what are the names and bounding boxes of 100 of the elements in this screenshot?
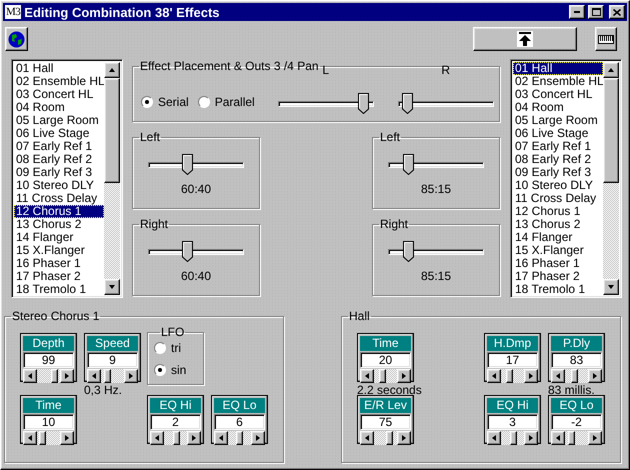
value-field[interactable]: 9 bbox=[87, 352, 138, 368]
scroll-thumb[interactable] bbox=[510, 431, 518, 445]
list-item[interactable]: 02 Ensemble HL bbox=[513, 75, 603, 88]
slider-track[interactable] bbox=[388, 241, 484, 263]
value-field[interactable]: 6 bbox=[214, 414, 265, 430]
list-item[interactable]: 16 Phaser 1 bbox=[513, 257, 603, 270]
scroll-right-button[interactable] bbox=[588, 369, 602, 383]
list-item[interactable]: 09 Early Ref 3 bbox=[14, 166, 104, 179]
radio-option[interactable]: Parallel bbox=[198, 95, 255, 109]
scroll-down-button[interactable] bbox=[104, 279, 120, 295]
scroll-left-button[interactable] bbox=[487, 369, 501, 383]
scroll-thumb[interactable] bbox=[386, 431, 393, 445]
scrollbar[interactable] bbox=[104, 62, 120, 295]
upload-button[interactable] bbox=[473, 27, 577, 51]
list-item[interactable]: 08 Early Ref 2 bbox=[513, 153, 603, 166]
scroll-up-button[interactable] bbox=[104, 62, 120, 78]
scroll-thumb[interactable] bbox=[570, 369, 578, 383]
scroll-thumb[interactable] bbox=[236, 431, 243, 445]
slider-thumb[interactable] bbox=[182, 154, 193, 175]
list-item[interactable]: 13 Chorus 2 bbox=[14, 218, 104, 231]
radio-button[interactable] bbox=[198, 96, 210, 108]
scroll-left-button[interactable] bbox=[551, 431, 565, 445]
radio-button[interactable] bbox=[154, 342, 166, 354]
list-item[interactable]: 08 Early Ref 2 bbox=[14, 153, 104, 166]
list-item[interactable]: 04 Room bbox=[513, 101, 603, 114]
scroll-thumb[interactable] bbox=[104, 78, 120, 183]
radio-option[interactable]: sin bbox=[154, 363, 203, 377]
pan-slider[interactable] bbox=[398, 93, 494, 115]
list-item[interactable]: 03 Concert HL bbox=[513, 88, 603, 101]
scroll-left-button[interactable] bbox=[23, 369, 37, 383]
list-item[interactable]: 15 X.Flanger bbox=[14, 244, 104, 257]
list-item[interactable]: 18 Tremolo 1 bbox=[513, 283, 603, 295]
scroll-left-button[interactable] bbox=[487, 431, 501, 445]
list-item[interactable]: 16 Phaser 1 bbox=[14, 257, 104, 270]
slider-thumb[interactable] bbox=[402, 93, 413, 114]
list-item[interactable]: 06 Live Stage bbox=[513, 127, 603, 140]
scroll-right-button[interactable] bbox=[397, 431, 411, 445]
list-item[interactable]: 11 Cross Delay bbox=[513, 192, 603, 205]
scroll-left-button[interactable] bbox=[87, 369, 101, 383]
scrollbar[interactable] bbox=[603, 62, 619, 295]
list-item[interactable]: 02 Ensemble HL bbox=[14, 75, 104, 88]
scroll-right-button[interactable] bbox=[397, 369, 411, 383]
value-field[interactable]: 2 bbox=[150, 414, 201, 430]
scroll-right-button[interactable] bbox=[187, 431, 201, 445]
slider-thumb[interactable] bbox=[403, 154, 414, 175]
scroll-right-button[interactable] bbox=[524, 431, 538, 445]
scroll-left-button[interactable] bbox=[214, 431, 228, 445]
value-field[interactable]: 83 bbox=[551, 352, 602, 368]
list-item[interactable]: 11 Cross Delay bbox=[14, 192, 104, 205]
slider-track[interactable] bbox=[148, 154, 244, 176]
radio-button[interactable] bbox=[154, 364, 166, 376]
pan-slider[interactable] bbox=[278, 93, 374, 115]
list-item[interactable]: 12 Chorus 1 bbox=[14, 205, 104, 218]
list-item[interactable]: 05 Large Room bbox=[14, 114, 104, 127]
radio-option[interactable]: tri bbox=[154, 341, 203, 355]
list-item[interactable]: 17 Phaser 2 bbox=[513, 270, 603, 283]
slider-thumb[interactable] bbox=[182, 241, 193, 262]
list-item[interactable]: 06 Live Stage bbox=[14, 127, 104, 140]
close-button[interactable] bbox=[609, 5, 625, 19]
scroll-thumb[interactable] bbox=[38, 431, 46, 445]
radio-option[interactable]: Serial bbox=[141, 95, 189, 109]
list-item[interactable]: 15 X.Flanger bbox=[513, 244, 603, 257]
list-item[interactable]: 07 Early Ref 1 bbox=[513, 140, 603, 153]
list-item[interactable]: 05 Large Room bbox=[513, 114, 603, 127]
list-item[interactable]: 18 Tremolo 1 bbox=[14, 283, 104, 295]
scroll-left-button[interactable] bbox=[551, 369, 565, 383]
scroll-thumb[interactable] bbox=[568, 431, 576, 445]
list-item[interactable]: 13 Chorus 2 bbox=[513, 218, 603, 231]
scroll-up-button[interactable] bbox=[603, 62, 619, 78]
slider-thumb[interactable] bbox=[358, 93, 370, 114]
list-item[interactable]: 10 Stereo DLY bbox=[14, 179, 104, 192]
scroll-right-button[interactable] bbox=[60, 431, 74, 445]
scroll-thumb[interactable] bbox=[506, 369, 513, 383]
radio-button[interactable] bbox=[141, 96, 153, 108]
list-item[interactable]: 12 Chorus 1 bbox=[513, 205, 603, 218]
list-item[interactable]: 09 Early Ref 3 bbox=[513, 166, 603, 179]
scroll-right-button[interactable] bbox=[251, 431, 265, 445]
scroll-right-button[interactable] bbox=[524, 369, 538, 383]
value-field[interactable]: 10 bbox=[23, 414, 74, 430]
minimize-button[interactable] bbox=[569, 5, 585, 19]
scroll-thumb[interactable] bbox=[378, 369, 386, 383]
list-item[interactable]: 01 Hall bbox=[14, 62, 104, 75]
scroll-right-button[interactable] bbox=[588, 431, 602, 445]
list-item[interactable]: 14 Flanger bbox=[14, 231, 104, 244]
list-item[interactable]: 04 Room bbox=[14, 101, 104, 114]
scroll-thumb[interactable] bbox=[603, 78, 619, 183]
list-item[interactable]: 07 Early Ref 1 bbox=[14, 140, 104, 153]
value-field[interactable]: 17 bbox=[487, 352, 538, 368]
slider-thumb[interactable] bbox=[403, 241, 414, 262]
scroll-thumb[interactable] bbox=[173, 431, 180, 445]
list-item[interactable]: 10 Stereo DLY bbox=[513, 179, 603, 192]
scroll-right-button[interactable] bbox=[124, 369, 138, 383]
scroll-down-button[interactable] bbox=[603, 279, 619, 295]
list-item[interactable]: 14 Flanger bbox=[513, 231, 603, 244]
list-item[interactable]: 01 Hall bbox=[513, 62, 603, 75]
value-field[interactable]: 75 bbox=[360, 414, 411, 430]
value-field[interactable]: 20 bbox=[360, 352, 411, 368]
scroll-right-button[interactable] bbox=[60, 369, 74, 383]
value-field[interactable]: 3 bbox=[487, 414, 538, 430]
value-field[interactable]: 99 bbox=[23, 352, 74, 368]
